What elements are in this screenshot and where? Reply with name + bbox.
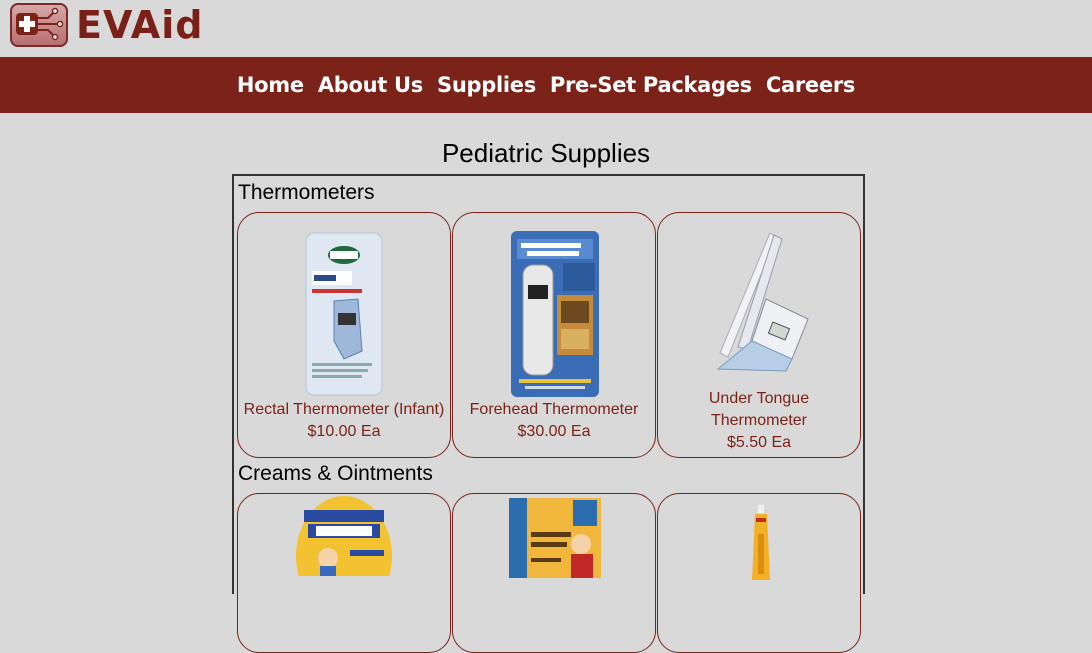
section-title-thermometers: Thermometers	[238, 181, 375, 204]
forehead-thermometer-image	[511, 231, 599, 397]
site-header: EVAid	[0, 0, 1092, 57]
neosporin-image	[296, 496, 392, 576]
nav-supplies[interactable]: Supplies	[437, 73, 536, 97]
product-name: Rectal Thermometer (Infant)	[243, 401, 445, 418]
products-panel: Thermometers Rectal Thermometer (Infant)…	[232, 174, 865, 653]
product-card[interactable]	[657, 493, 861, 653]
ointment-tube-image	[752, 504, 770, 580]
section-title-creams-ointments: Creams & Ointments	[238, 462, 433, 485]
page-title: Pediatric Supplies	[441, 138, 651, 168]
product-name: Forehead Thermometer	[469, 401, 639, 418]
main-nav: Home About Us Supplies Pre-Set Packages …	[0, 57, 1092, 113]
brand-logo[interactable]: EVAid	[10, 3, 203, 47]
product-card[interactable]: Rectal Thermometer (Infant) $10.00 Ea	[237, 212, 451, 458]
brand-name: EVAid	[76, 3, 204, 47]
product-name: Under Tongue Thermometer	[708, 390, 810, 429]
product-price: $5.50 Ea	[726, 434, 792, 451]
under-tongue-thermometer-image	[716, 232, 809, 372]
product-card[interactable]	[237, 493, 451, 653]
product-price: $10.00 Ea	[307, 423, 381, 440]
nav-home[interactable]: Home	[237, 73, 304, 97]
nav-pre-set-packages[interactable]: Pre-Set Packages	[550, 73, 752, 97]
product-price: $30.00 Ea	[517, 423, 591, 440]
cream-box-image	[509, 498, 601, 578]
rectal-thermometer-image	[305, 232, 383, 396]
nav-about-us[interactable]: About Us	[318, 73, 423, 97]
product-card[interactable]	[452, 493, 656, 653]
medical-circuit-icon	[10, 3, 68, 47]
product-card[interactable]: Forehead Thermometer $30.00 Ea	[452, 212, 656, 458]
product-card[interactable]: Under Tongue Thermometer $5.50 Ea	[657, 212, 861, 458]
nav-careers[interactable]: Careers	[766, 73, 855, 97]
